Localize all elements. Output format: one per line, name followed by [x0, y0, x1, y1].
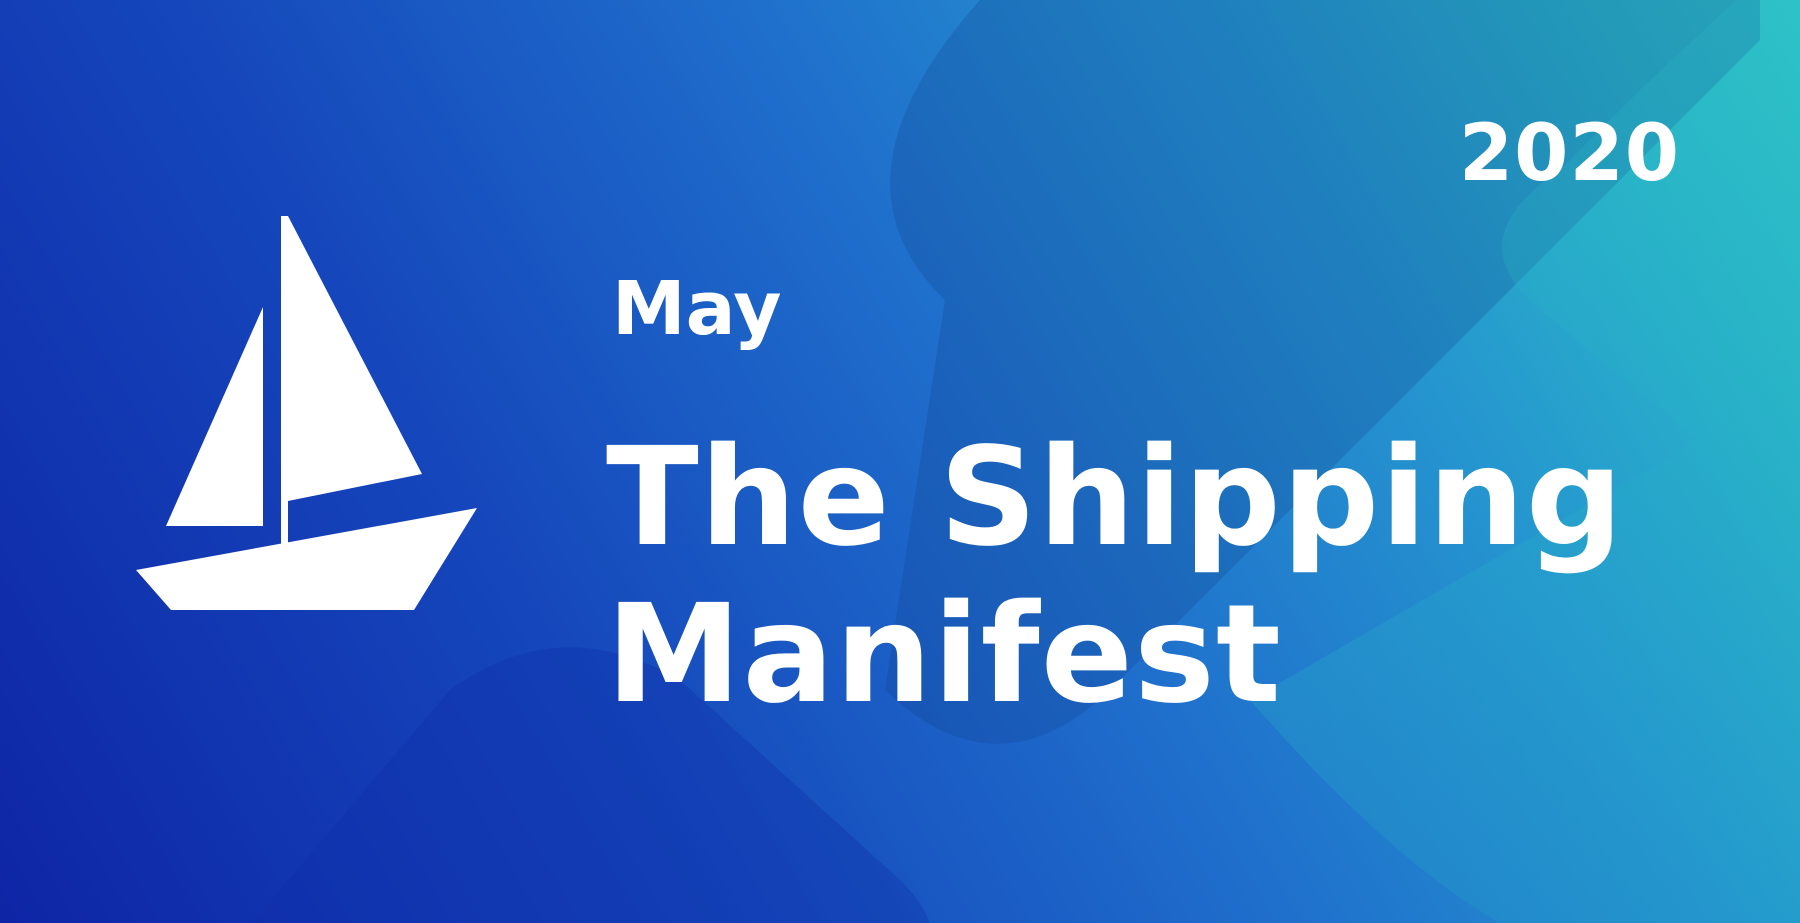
sailboat-icon [136, 216, 477, 610]
title-line: The Shipping [606, 419, 1625, 577]
title-line: Manifest [606, 576, 1282, 734]
year-label: 2020 [1458, 109, 1680, 199]
month-label: May [612, 266, 782, 352]
jib-sail-shape [166, 307, 263, 526]
mast-shape [281, 216, 288, 568]
page-title: The Shipping Manifest [606, 420, 1706, 734]
mainsail-shape [288, 216, 422, 501]
newsletter-banner: 2020 May The Shipping Manifest [0, 0, 1800, 923]
